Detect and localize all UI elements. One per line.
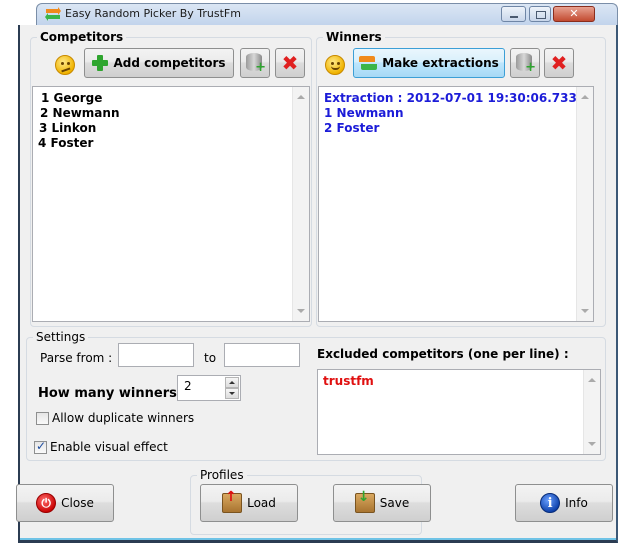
window-title: Easy Random Picker By TrustFm [65,7,241,20]
info-icon: i [540,493,561,513]
title-bar[interactable]: Easy Random Picker By TrustFm ✕ [36,3,618,25]
refresh-arrows-icon [359,55,378,71]
scroll-down-arrow-icon[interactable] [297,309,305,313]
allow-duplicates-checkbox[interactable] [36,412,49,425]
parse-to-input[interactable] [224,343,300,367]
excluded-competitors-list[interactable]: trustfm [317,369,601,455]
competitors-list[interactable]: 1 George 2 Newmann 3 Linkon 4 Foster [32,86,310,322]
save-profile-button[interactable]: ↓ Save [333,484,431,522]
winners-database-button[interactable]: + [510,48,540,78]
make-extractions-label: Make extractions [382,56,499,70]
visual-effect-label[interactable]: Enable visual effect [50,440,168,454]
list-item: 4 Foster [38,136,94,150]
stepper-up-icon[interactable] [225,377,239,388]
scroll-up-arrow-icon[interactable] [581,95,589,99]
profiles-label: Profiles [197,468,247,482]
delete-icon: ✖ [550,51,568,75]
info-label: Info [565,496,588,510]
load-label: Load [247,496,276,510]
excluded-scrollbar[interactable] [583,370,600,454]
scroll-up-arrow-icon[interactable] [297,95,305,99]
clear-competitors-button[interactable]: ✖ [275,48,305,78]
scroll-down-arrow-icon[interactable] [588,442,596,446]
stepper-buttons[interactable] [225,377,239,399]
winners-label: Winners [323,30,385,44]
database-add-icon: + [516,53,536,74]
power-icon: ⏻ [36,493,57,513]
visual-effect-checkbox[interactable] [34,439,47,454]
make-extractions-button[interactable]: Make extractions [353,48,505,78]
clear-winners-button[interactable]: ✖ [544,48,574,78]
box-save-icon: ↓ [354,490,375,513]
delete-icon: ✖ [281,51,299,75]
close-button[interactable]: ⏻ Close [16,484,114,522]
allow-duplicates-label[interactable]: Allow duplicate winners [52,411,194,425]
list-item: 1 Newmann [324,106,404,120]
plus-icon [92,55,109,71]
database-add-icon: + [246,53,266,74]
settings-label: Settings [33,330,89,344]
list-item: 2 Newmann [40,106,120,120]
to-label: to [204,351,217,365]
info-button[interactable]: i Info [515,484,613,522]
how-many-winners-stepper[interactable]: 2 [177,375,241,401]
close-label: Close [61,496,94,510]
load-profile-button[interactable]: ↑ Load [200,484,298,522]
parse-from-input[interactable] [118,343,194,367]
sad-face-icon [55,55,75,75]
list-item: trustfm [323,374,374,388]
competitors-database-button[interactable]: + [240,48,270,78]
competitors-label: Competitors [37,30,127,44]
close-window-button[interactable]: ✕ [553,6,595,22]
competitors-scrollbar[interactable] [292,87,309,321]
app-icon [45,7,61,21]
list-item: 1 George [41,91,103,105]
scroll-up-arrow-icon[interactable] [588,378,596,382]
scroll-down-arrow-icon[interactable] [581,309,589,313]
add-competitors-label: Add competitors [113,56,226,70]
winners-list[interactable]: Extraction : 2012-07-01 19:30:06.733 1 N… [318,86,594,322]
window-client: Competitors Add competitors + ✖ 1 George… [16,25,618,543]
stepper-down-icon[interactable] [225,388,239,399]
list-item: 3 Linkon [39,121,97,135]
maximize-button[interactable] [529,6,551,22]
minimize-button[interactable] [501,6,526,22]
how-many-winners-label: How many winners : [38,386,187,401]
list-item: 2 Foster [324,121,380,135]
parse-from-label: Parse from : [40,351,113,365]
winners-scrollbar[interactable] [576,87,593,321]
excluded-competitors-label: Excluded competitors (one per line) : [317,347,569,361]
box-load-icon: ↑ [222,490,243,513]
list-item: Extraction : 2012-07-01 19:30:06.733 [324,91,577,105]
happy-face-icon [325,55,345,75]
add-competitors-button[interactable]: Add competitors [84,48,234,78]
how-many-winners-value: 2 [184,379,192,393]
save-label: Save [379,496,410,510]
